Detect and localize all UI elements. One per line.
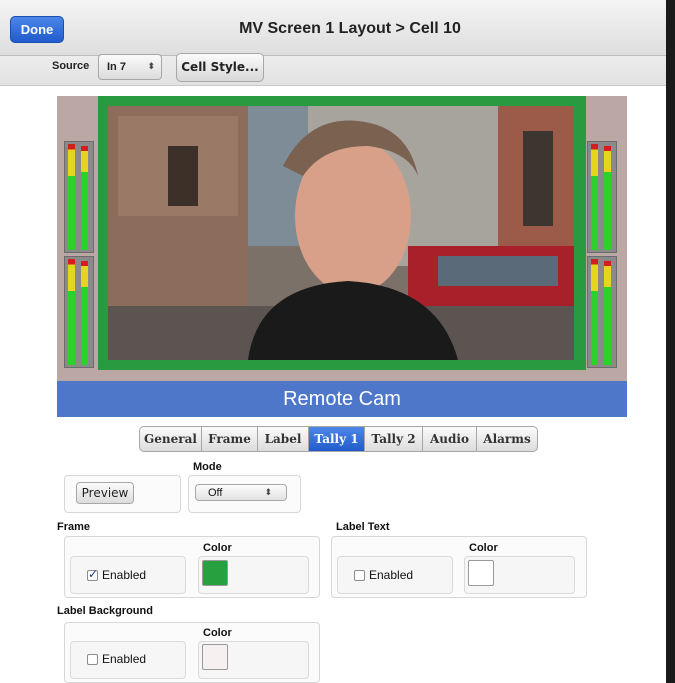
updown-chevron-icon: ⬍ (264, 487, 272, 497)
meter-bar (604, 261, 611, 365)
label-text-section-title: Label Text (336, 521, 390, 533)
tab-alarms[interactable]: Alarms (477, 427, 537, 451)
tab-bar: General Frame Label Tally 1 Tally 2 Audi… (139, 426, 538, 452)
label-text-color-swatch[interactable] (468, 560, 494, 586)
audio-meter-left-top (64, 141, 94, 253)
label-bg-color-swatch[interactable] (202, 644, 228, 670)
mode-label: Mode (193, 461, 222, 473)
tab-label[interactable]: Label (258, 427, 309, 451)
tab-general[interactable]: General (140, 427, 202, 451)
tab-tally-1[interactable]: Tally 1 (309, 427, 365, 451)
source-value: In 7 (107, 61, 126, 73)
frame-enabled-label: Enabled (102, 568, 147, 582)
tab-tally-2[interactable]: Tally 2 (365, 427, 423, 451)
source-label: Source (52, 60, 90, 72)
meter-bar (81, 146, 88, 250)
label-bg-section-title: Label Background (57, 605, 153, 617)
audio-meter-right-top (587, 141, 617, 253)
checkbox-icon[interactable] (87, 653, 98, 665)
checkmark-icon[interactable] (87, 567, 98, 581)
meter-bar (604, 146, 611, 250)
done-button[interactable]: Done (10, 16, 64, 43)
meter-bar (68, 144, 75, 250)
window-edge (666, 0, 675, 683)
checkbox-icon[interactable] (354, 569, 365, 581)
audio-meter-left-bottom (64, 256, 94, 368)
page-title: MV Screen 1 Layout > Cell 10 (239, 20, 461, 37)
label-text-enabled-checkbox[interactable]: Enabled (354, 568, 413, 582)
label-bg-enabled-checkbox[interactable]: Enabled (87, 652, 146, 666)
source-select[interactable]: In 7 ⬍ (98, 54, 162, 80)
label-text-color-label: Color (469, 542, 498, 554)
meter-bar (591, 144, 598, 250)
frame-color-label: Color (203, 542, 232, 554)
mode-select[interactable]: Off ⬍ (195, 484, 287, 501)
mode-value: Off (208, 487, 223, 499)
label-bg-enabled-label: Enabled (102, 652, 147, 666)
video-preview (108, 106, 574, 360)
updown-chevron-icon: ⬍ (147, 61, 155, 71)
frame-color-swatch[interactable] (202, 560, 228, 586)
preview-button[interactable]: Preview (76, 482, 134, 504)
frame-enabled-checkbox[interactable]: Enabled (87, 567, 147, 582)
tab-audio[interactable]: Audio (423, 427, 477, 451)
tab-frame[interactable]: Frame (202, 427, 258, 451)
meter-bar (591, 259, 598, 365)
label-bg-color-label: Color (203, 627, 232, 639)
cell-style-button[interactable]: Cell Style... (176, 53, 264, 82)
cell-label: Remote Cam (57, 381, 627, 417)
meter-bar (68, 259, 75, 365)
frame-section-title: Frame (57, 521, 91, 533)
audio-meter-right-bottom (587, 256, 617, 368)
label-text-enabled-label: Enabled (369, 568, 414, 582)
meter-bar (81, 261, 88, 365)
camera-image (108, 106, 574, 360)
